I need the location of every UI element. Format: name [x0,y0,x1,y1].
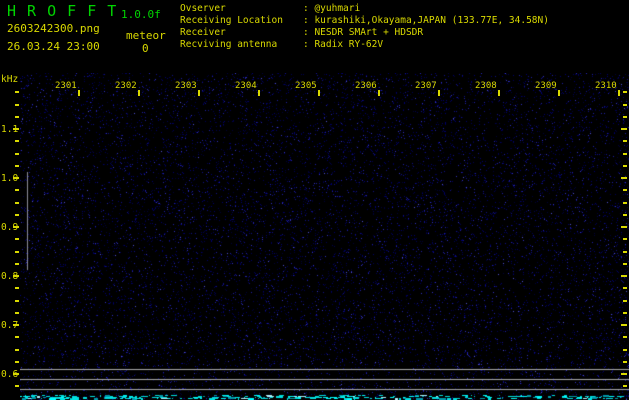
y-minor-tick-left [15,153,19,155]
y-minor-tick-right [623,189,627,191]
app-title: H R O F F T [7,2,118,20]
x-tick-label: 2310 [595,81,617,91]
x-tick-mark [198,90,200,96]
info-separator: : [303,3,315,14]
y-minor-tick-right [623,91,627,93]
y-minor-tick-right [623,251,627,253]
x-tick-label: 2305 [295,81,317,91]
y-minor-tick-left [15,300,19,302]
x-tick-mark [138,90,140,96]
info-value: @yuhmari [314,3,361,14]
y-minor-tick-right [623,165,627,167]
y-minor-tick-right [623,238,627,240]
info-label: Ovserver [180,3,226,14]
version-label: 1.0.0f [121,8,161,21]
y-major-tick-left [13,226,19,228]
y-minor-tick-right [623,336,627,338]
y-major-tick-right [621,128,627,130]
y-axis-unit-label: kHz [1,74,19,85]
info-value: kurashiki,Okayama,JAPAN (133.77E, 34.58N… [314,15,549,26]
y-major-tick-left [13,373,19,375]
y-major-tick-left [13,324,19,326]
info-row-location: Receiving Location: kurashiki,Okayama,JA… [180,15,549,27]
y-minor-tick-left [15,165,19,167]
y-minor-tick-right [623,385,627,387]
meteor-count-value: 0 [142,42,149,55]
x-tick-mark [618,90,620,96]
y-minor-tick-left [15,140,19,142]
y-minor-tick-left [15,287,19,289]
y-major-tick-right [621,373,627,375]
info-label: Receiver [180,27,226,38]
info-separator: : [303,27,315,38]
info-label: Receiving Location [180,15,283,26]
hrofft-output-image: H R O F F T 1.0.0f 2603242300.png 26.03.… [0,0,629,400]
x-tick-label: 2301 [55,81,77,91]
y-minor-tick-right [623,116,627,118]
y-minor-tick-right [623,153,627,155]
y-major-tick-left [13,275,19,277]
x-tick-mark [438,90,440,96]
y-minor-tick-left [15,336,19,338]
x-tick-label: 2307 [415,81,437,91]
y-minor-tick-right [623,140,627,142]
meteor-count-label: meteor [126,29,166,42]
y-major-tick-right [621,275,627,277]
y-minor-tick-right [623,300,627,302]
x-tick-label: 2306 [355,81,377,91]
y-minor-tick-left [15,361,19,363]
datetime-label: 26.03.24 23:00 [7,40,100,53]
x-tick-mark [78,90,80,96]
y-minor-tick-right [623,263,627,265]
y-minor-tick-right [623,104,627,106]
x-tick-label: 2308 [475,81,497,91]
x-tick-mark [558,90,560,96]
info-separator: : [303,15,315,26]
info-separator: : [303,39,315,50]
y-major-tick-left [13,177,19,179]
y-major-tick-right [621,226,627,228]
y-minor-tick-left [15,385,19,387]
x-tick-mark [258,90,260,96]
x-tick-mark [378,90,380,96]
y-minor-tick-left [15,349,19,351]
y-minor-tick-left [15,263,19,265]
x-tick-label: 2303 [175,81,197,91]
y-minor-tick-left [15,189,19,191]
info-label: Recviving antenna [180,39,278,50]
info-row-observer: Ovserver: @yuhmari [180,3,549,15]
y-minor-tick-left [15,104,19,106]
y-minor-tick-right [623,287,627,289]
y-minor-tick-left [15,312,19,314]
y-minor-tick-left [15,91,19,93]
y-minor-tick-left [15,251,19,253]
station-info: Ovserver: @yuhmari Receiving Location: k… [180,3,549,51]
info-value: NESDR SMArt + HDSDR [314,27,424,38]
y-minor-tick-left [15,116,19,118]
x-tick-label: 2309 [535,81,557,91]
info-row-receiver: Receiver: NESDR SMArt + HDSDR [180,27,549,39]
x-tick-mark [318,90,320,96]
y-major-tick-left [13,128,19,130]
y-minor-tick-left [15,214,19,216]
x-tick-label: 2302 [115,81,137,91]
y-minor-tick-right [623,202,627,204]
y-minor-tick-left [15,238,19,240]
spectrogram-noise-canvas [20,73,629,400]
info-row-antenna: Recviving antenna: Radix RY-62V [180,39,549,51]
y-minor-tick-right [623,312,627,314]
y-minor-tick-right [623,349,627,351]
x-tick-mark [498,90,500,96]
y-minor-tick-right [623,361,627,363]
y-major-tick-right [621,177,627,179]
x-tick-label: 2304 [235,81,257,91]
y-major-tick-right [621,324,627,326]
y-minor-tick-right [623,214,627,216]
filename-label: 2603242300.png [7,22,100,35]
y-minor-tick-left [15,202,19,204]
info-value: Radix RY-62V [314,39,384,50]
